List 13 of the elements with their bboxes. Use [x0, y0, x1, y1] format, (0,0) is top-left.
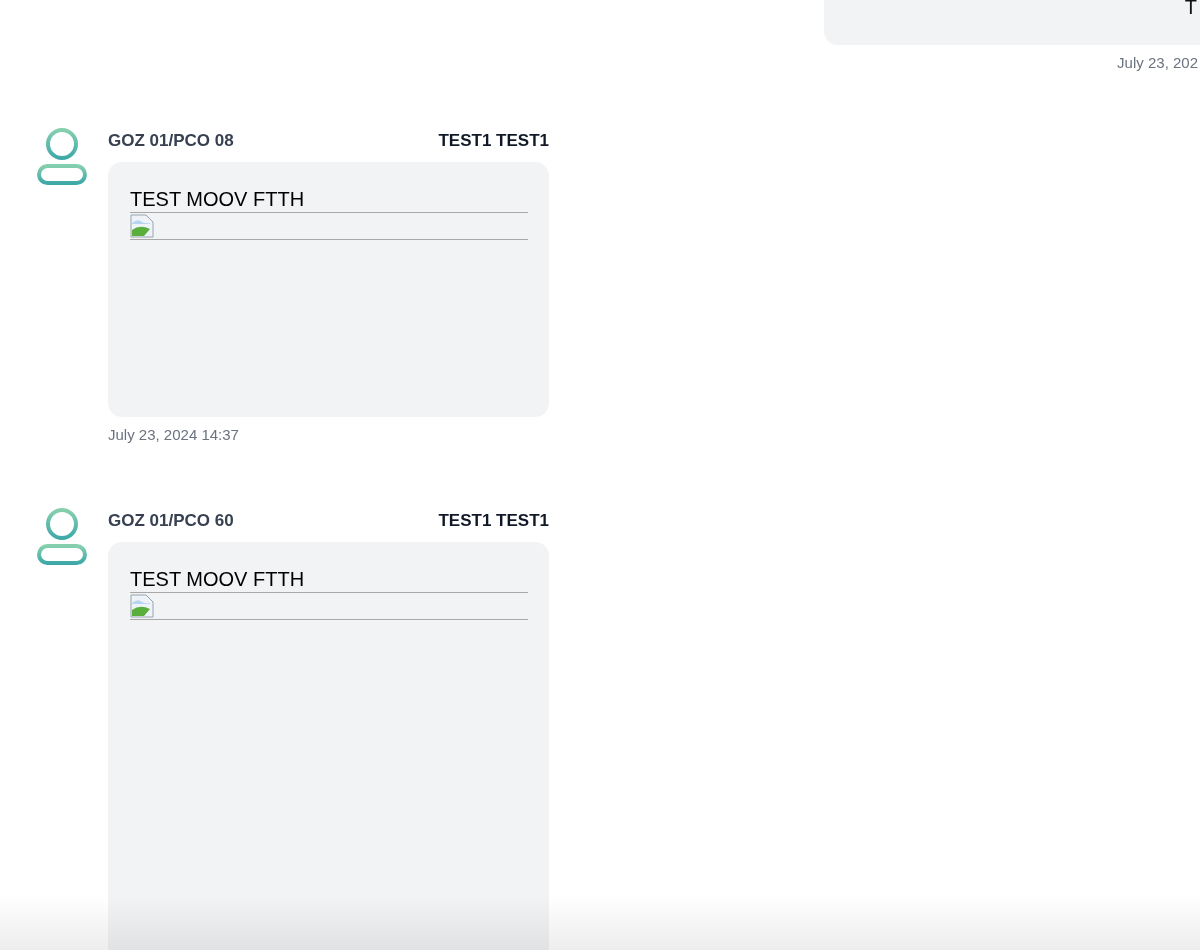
author-name: TEST1 TEST1 [438, 511, 549, 531]
sender-name: GOZ 01/PCO 60 [108, 511, 234, 531]
message-text: TEST MOOV FTTH [130, 187, 306, 212]
author-name: TEST1 TEST1 [438, 131, 549, 151]
sender-name: GOZ 01/PCO 08 [108, 131, 234, 151]
user-icon [36, 507, 88, 567]
message-text: TEST MOOV FTTH [130, 567, 306, 592]
message-text: T [1184, 0, 1197, 17]
message-timestamp: July 23, 202 [1117, 54, 1198, 71]
message-timestamp: July 23, 2024 14:37 [108, 426, 240, 443]
broken-image-icon [130, 214, 154, 238]
user-icon [36, 127, 88, 187]
broken-image-icon [130, 594, 154, 618]
